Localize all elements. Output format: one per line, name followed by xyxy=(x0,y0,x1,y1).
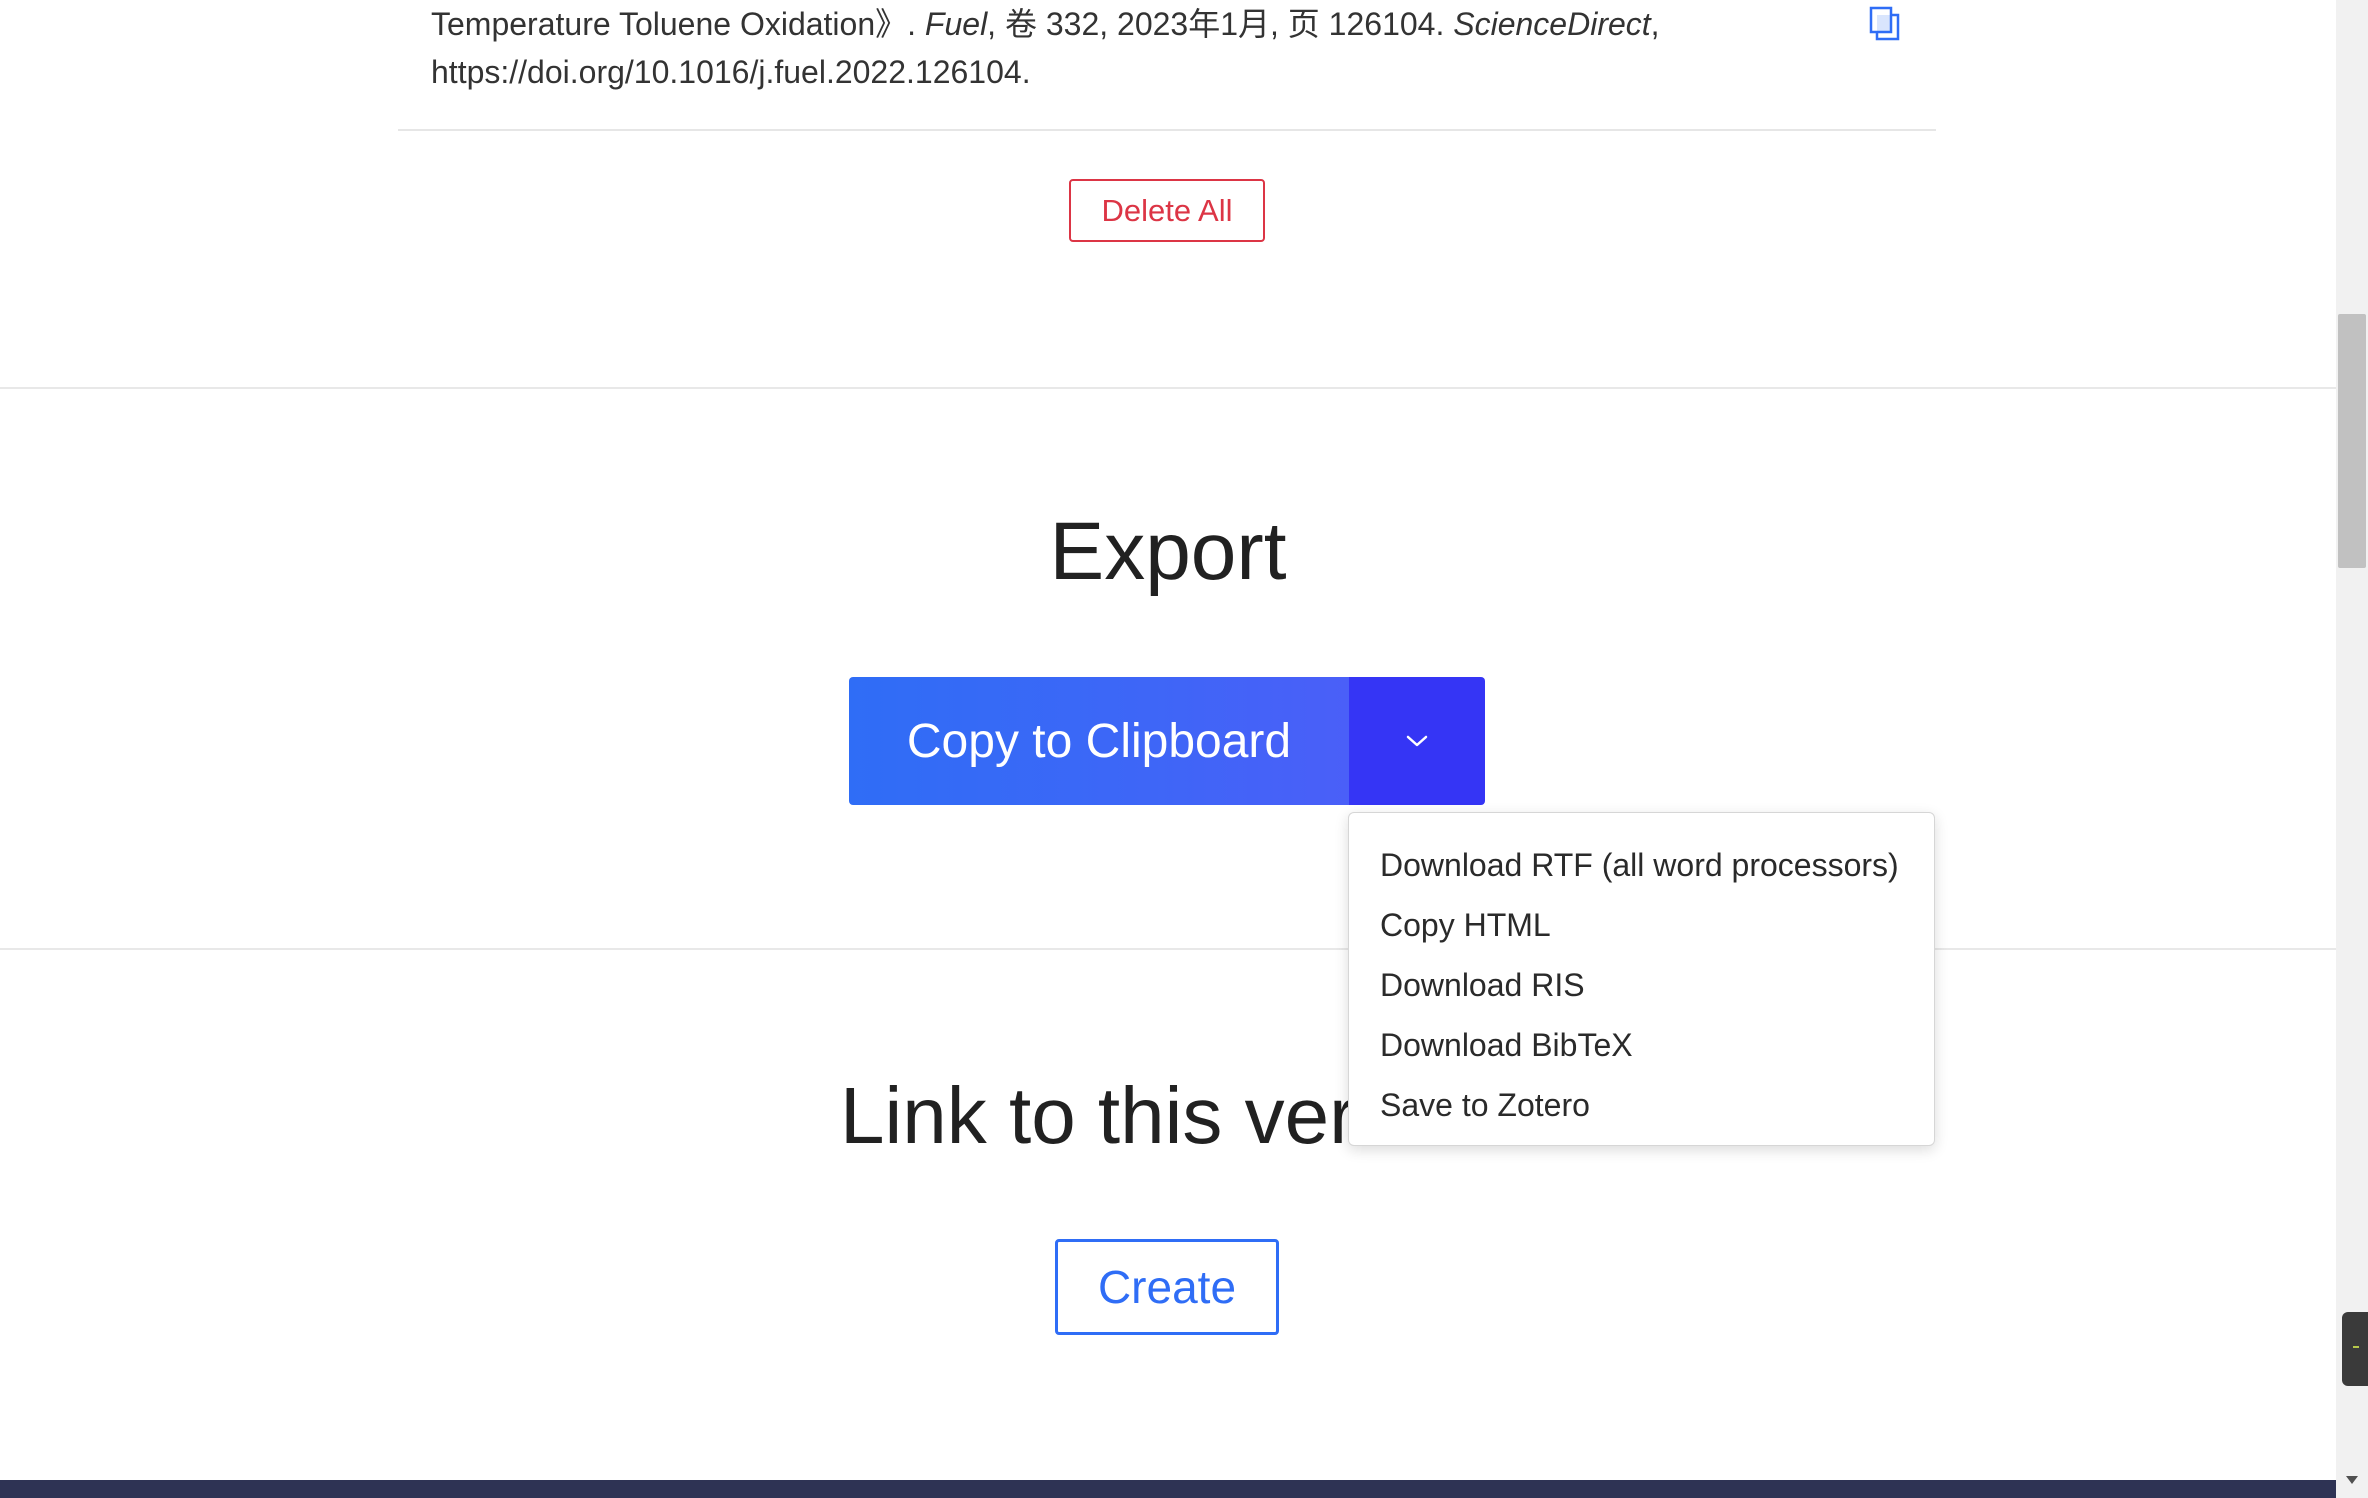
export-dropdown-menu: Download RTF (all word processors) Copy … xyxy=(1348,812,1935,1146)
link-heading: Link to this vers xyxy=(840,1071,1396,1160)
scrollbar-thumb[interactable] xyxy=(2338,314,2366,568)
create-link-button[interactable]: Create xyxy=(1055,1239,1279,1335)
citation-journal: Fuel xyxy=(924,6,988,42)
citation-line-1: Temperature Toluene Oxidation》. Fuel, 卷 … xyxy=(431,0,1691,48)
footer xyxy=(0,1480,2336,1498)
chevron-down-icon xyxy=(1406,735,1428,747)
copy-to-clipboard-button[interactable]: Copy to Clipboard xyxy=(849,677,1349,805)
citation-title-tail: Temperature Toluene Oxidation》. xyxy=(431,6,925,42)
menu-item-copy-html[interactable]: Copy HTML xyxy=(1349,895,1934,955)
menu-item-download-ris[interactable]: Download RIS xyxy=(1349,955,1934,1015)
scrollbar-track[interactable] xyxy=(2336,0,2368,1498)
handle-mark xyxy=(2353,1346,2359,1348)
section-divider-export xyxy=(0,387,2336,389)
citation-volume-date-page: , 卷 332, 2023年1月, 页 126104. xyxy=(987,6,1454,42)
scroll-down-button[interactable] xyxy=(2342,1470,2362,1490)
side-panel-handle[interactable] xyxy=(2342,1312,2368,1386)
menu-item-save-to-zotero[interactable]: Save to Zotero xyxy=(1349,1075,1934,1135)
copy-entry-button[interactable] xyxy=(1869,6,1901,42)
page: Temperature Toluene Oxidation》. Fuel, 卷 … xyxy=(0,0,2368,1498)
citation-entry: Temperature Toluene Oxidation》. Fuel, 卷 … xyxy=(431,0,1691,96)
menu-item-download-bibtex[interactable]: Download BibTeX xyxy=(1349,1015,1934,1075)
delete-all-button[interactable]: Delete All xyxy=(1069,179,1265,242)
citation-source: ScienceDirect xyxy=(1453,6,1651,42)
menu-item-download-rtf[interactable]: Download RTF (all word processors) xyxy=(1349,835,1934,895)
citation-doi: https://doi.org/10.1016/j.fuel.2022.1261… xyxy=(431,54,1031,90)
section-divider-link xyxy=(0,948,2336,950)
export-dropdown-toggle[interactable] xyxy=(1349,677,1485,805)
citation-punctuation: , xyxy=(1650,6,1660,42)
entry-divider xyxy=(398,129,1936,131)
export-heading: Export xyxy=(1049,506,1287,597)
export-button-group: Copy to Clipboard xyxy=(849,677,1485,805)
triangle-down-icon xyxy=(2346,1476,2358,1484)
copy-icon xyxy=(1869,6,1900,41)
